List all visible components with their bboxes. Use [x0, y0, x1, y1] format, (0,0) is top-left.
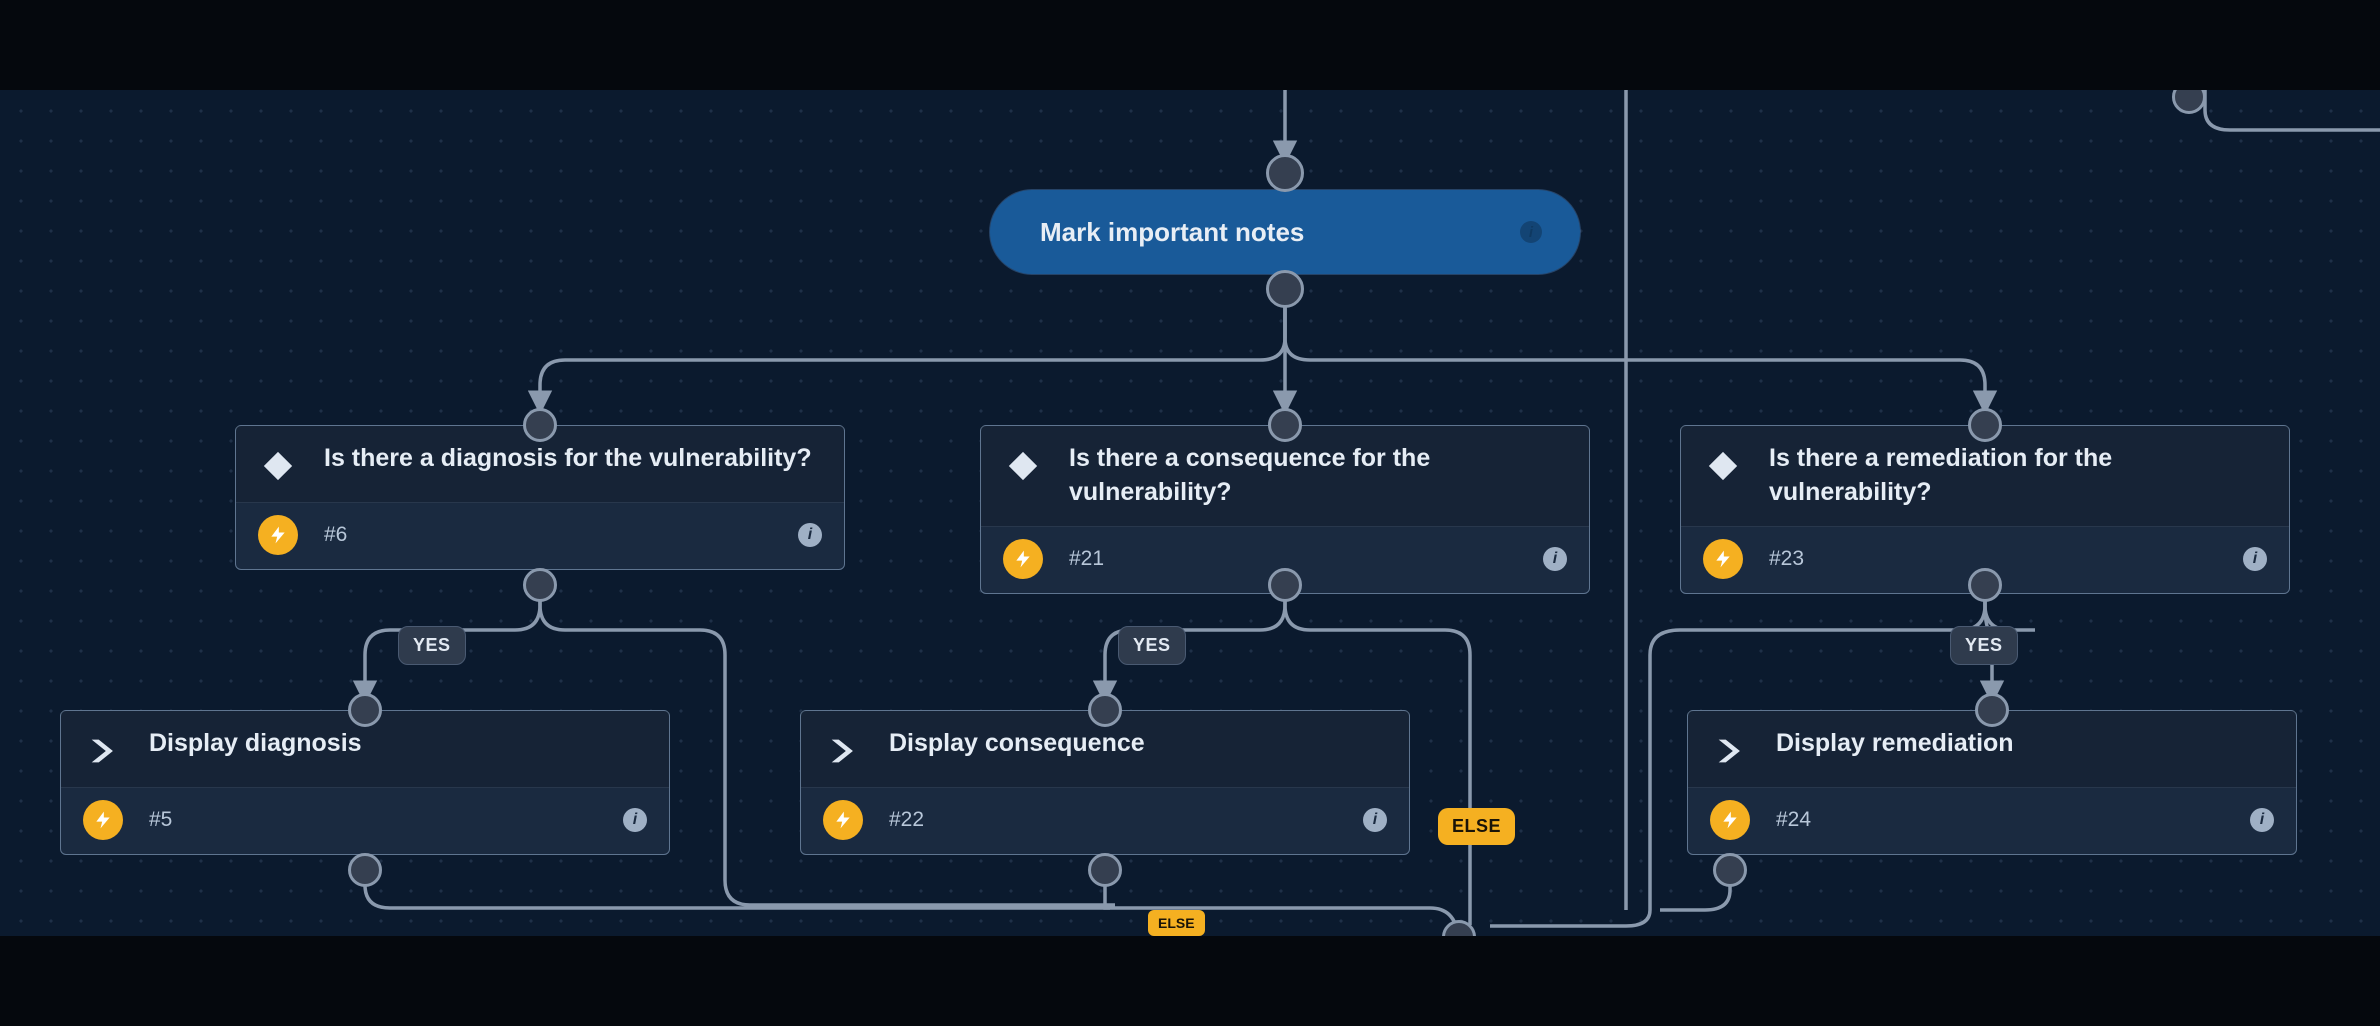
root-port-in[interactable] [1266, 154, 1304, 192]
info-icon[interactable]: i [1520, 221, 1542, 243]
port-in[interactable] [1975, 693, 2009, 727]
yes-badge: YES [1950, 626, 2018, 665]
port-out[interactable] [1713, 853, 1747, 887]
decision-node-diagnosis[interactable]: Is there a diagnosis for the vulnerabili… [235, 425, 845, 570]
decision-id: #23 [1769, 547, 2243, 571]
bolt-icon [258, 515, 298, 555]
bolt-icon [1710, 800, 1750, 840]
decision-title: Is there a remediation for the vulnerabi… [1769, 442, 2267, 510]
action-id: #5 [149, 808, 623, 832]
bolt-icon [1703, 539, 1743, 579]
action-node-consequence[interactable]: Display consequence #22 i [800, 710, 1410, 855]
chevron-icon [83, 731, 123, 771]
info-icon[interactable]: i [1543, 547, 1567, 571]
bolt-icon [1003, 539, 1043, 579]
decision-id: #6 [324, 523, 798, 547]
root-label: Mark important notes [1040, 217, 1520, 248]
port-in[interactable] [1968, 408, 2002, 442]
decision-title: Is there a consequence for the vulnerabi… [1069, 442, 1567, 510]
chevron-icon [823, 731, 863, 771]
flow-canvas[interactable]: Mark important notes i Is there a diagno… [0, 90, 2380, 936]
yes-badge: YES [1118, 626, 1186, 665]
else-badge: ELSE [1438, 808, 1515, 845]
info-icon[interactable]: i [798, 523, 822, 547]
action-title: Display diagnosis [149, 727, 372, 761]
diamond-icon [1003, 446, 1043, 486]
action-title: Display consequence [889, 727, 1155, 761]
bolt-icon [823, 800, 863, 840]
root-node[interactable]: Mark important notes i [990, 190, 1580, 274]
port-offscreen[interactable] [2172, 90, 2206, 114]
info-icon[interactable]: i [2243, 547, 2267, 571]
action-id: #22 [889, 808, 1363, 832]
info-icon[interactable]: i [2250, 808, 2274, 832]
info-icon[interactable]: i [623, 808, 647, 832]
action-title: Display remediation [1776, 727, 2024, 761]
root-port-out[interactable] [1266, 270, 1304, 308]
port-out[interactable] [523, 568, 557, 602]
port-merge[interactable] [1442, 920, 1476, 936]
decision-id: #21 [1069, 547, 1543, 571]
else-badge: ELSE [1148, 910, 1205, 936]
port-in[interactable] [348, 693, 382, 727]
info-icon[interactable]: i [1363, 808, 1387, 832]
port-in[interactable] [523, 408, 557, 442]
port-out[interactable] [1968, 568, 2002, 602]
port-in[interactable] [1268, 408, 1302, 442]
diamond-icon [258, 446, 298, 486]
port-out[interactable] [348, 853, 382, 887]
port-out[interactable] [1088, 853, 1122, 887]
port-in[interactable] [1088, 693, 1122, 727]
yes-badge: YES [398, 626, 466, 665]
port-out[interactable] [1268, 568, 1302, 602]
action-id: #24 [1776, 808, 2250, 832]
chevron-icon [1710, 731, 1750, 771]
bolt-icon [83, 800, 123, 840]
action-node-remediation[interactable]: Display remediation #24 i [1687, 710, 2297, 855]
decision-title: Is there a diagnosis for the vulnerabili… [324, 442, 822, 476]
action-node-diagnosis[interactable]: Display diagnosis #5 i [60, 710, 670, 855]
diamond-icon [1703, 446, 1743, 486]
